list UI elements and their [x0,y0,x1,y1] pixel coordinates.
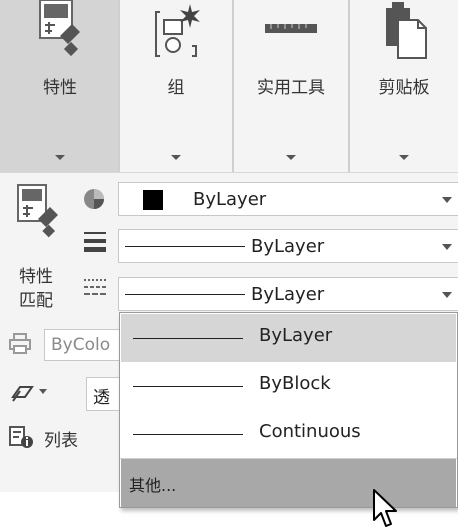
color-swatch [143,190,163,210]
linetype-option-preview [133,434,243,435]
plotstyle-combo[interactable]: ByColo [44,329,120,361]
lineweight-combo[interactable]: ByLayer [118,229,458,263]
chevron-down-icon[interactable] [442,197,452,203]
chevron-down-icon[interactable] [442,292,452,298]
lineweight-icon [84,232,106,252]
linetype-option-other[interactable]: 其他... [121,459,456,507]
linetype-option-bylayer[interactable]: ByLayer [121,314,456,362]
lineweight-preview [125,246,245,247]
match-properties-icon [17,184,58,238]
group-label: 组 [167,78,185,98]
match-properties-button[interactable]: 特性 匹配 [8,183,68,323]
linetype-preview [125,294,245,295]
match-properties-label: 特性 匹配 [19,267,53,311]
utilities-button[interactable]: 实用工具 [234,0,348,140]
clipboard-button[interactable]: 剪贴板 [350,0,458,140]
list-info-icon [9,426,33,448]
lineweight-value: ByLayer [251,236,325,257]
chevron-down-icon[interactable] [39,389,47,394]
properties-button[interactable]: 特性 [0,0,120,140]
measure-icon [265,24,317,33]
clipboard-icon [386,2,427,59]
transparency-combo[interactable]: 透 [86,377,120,411]
clipboard-label: 剪贴板 [378,78,430,98]
linetype-option-continuous[interactable]: Continuous [121,410,456,458]
group-icon [155,4,200,57]
linetype-option-label: ByLayer [259,325,333,346]
ribbon-group-groups: 组 [120,0,232,172]
linetype-option-label: Continuous [259,421,361,442]
other-label: 其他... [129,476,177,495]
linetype-icon [84,279,106,295]
ribbon-group-clipboard: 剪贴板 [350,0,458,172]
linetype-option-preview [133,386,243,387]
chevron-down-icon[interactable] [55,155,65,160]
color-value: ByLayer [193,189,267,210]
chevron-down-icon[interactable] [399,155,409,160]
chevron-down-icon[interactable] [442,244,452,250]
linetype-option-byblock[interactable]: ByBlock [121,362,456,410]
properties-icon [39,0,80,57]
linetype-value: ByLayer [251,284,325,305]
ribbon-group-properties: 特性 [0,0,120,172]
chevron-down-icon[interactable] [171,155,181,160]
mouse-cursor-icon [373,489,397,527]
properties-label: 特性 [43,78,77,98]
linetype-option-preview [133,338,243,339]
transparency-value: 透 [93,388,110,408]
color-wheel-icon [84,189,104,209]
plotstyle-value: ByColo [51,335,111,355]
list-label: 列表 [44,431,78,451]
ribbon-group-utilities: 实用工具 [234,0,348,172]
color-combo[interactable]: ByLayer [118,182,458,216]
transparency-icon [11,386,34,402]
linetype-option-label: ByBlock [259,373,331,394]
group-button[interactable]: 组 [120,0,232,140]
chevron-down-icon[interactable] [286,155,296,160]
utilities-label: 实用工具 [257,78,325,98]
linetype-dropdown: ByLayer ByBlock Continuous 其他... [119,312,458,508]
ribbon-panel: 特性 组 实用工具 剪贴板 [0,0,458,172]
linetype-combo[interactable]: ByLayer [118,277,458,311]
printer-icon [9,333,31,354]
